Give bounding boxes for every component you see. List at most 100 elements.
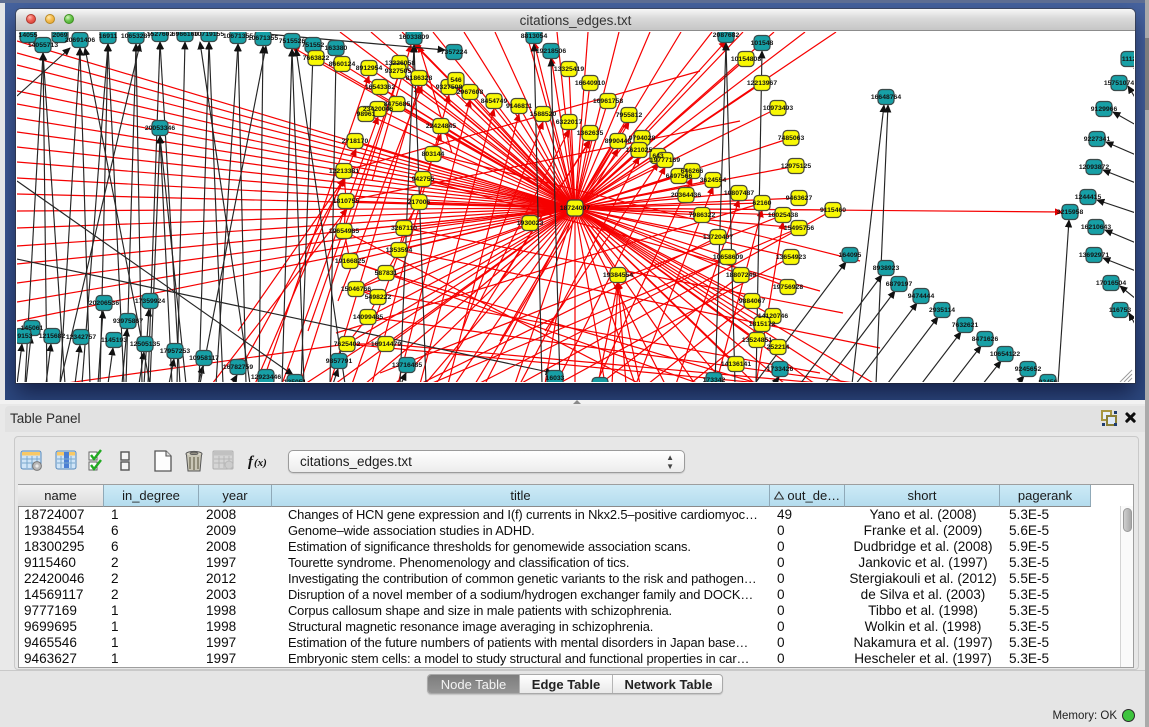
svg-text:10671355: 10671355 (248, 35, 278, 42)
svg-text:8471626: 8471626 (972, 336, 999, 343)
svg-text:101548: 101548 (751, 40, 774, 47)
svg-text:6322017: 6322017 (556, 119, 583, 126)
svg-text:8813054: 8813054 (521, 33, 548, 40)
svg-text:16033: 16033 (546, 375, 565, 382)
svg-text:15495756: 15495756 (784, 225, 814, 232)
svg-text:1145193: 1145193 (101, 337, 127, 344)
svg-text:8454749: 8454749 (481, 98, 508, 105)
svg-text:16648764: 16648764 (871, 94, 901, 101)
svg-text:16782759: 16782759 (223, 364, 253, 371)
svg-text:7632621: 7632621 (952, 322, 979, 329)
svg-text:1244415: 1244415 (1075, 194, 1102, 201)
svg-text:13716485: 13716485 (392, 362, 422, 369)
svg-text:10807487: 10807487 (724, 190, 754, 197)
svg-text:17359924: 17359924 (135, 298, 165, 305)
svg-text:587831: 587831 (375, 270, 398, 277)
svg-text:6879197: 6879197 (886, 281, 913, 288)
svg-text:19166825: 19166825 (335, 258, 365, 265)
svg-text:10025438: 10025438 (768, 212, 798, 219)
svg-text:98961: 98961 (357, 111, 376, 118)
svg-text:7625402: 7625402 (334, 341, 361, 348)
svg-text:18807249: 18807249 (726, 272, 756, 279)
svg-text:7485063: 7485063 (778, 135, 805, 142)
svg-text:9794028: 9794028 (629, 135, 656, 142)
svg-text:8938923: 8938923 (873, 265, 900, 272)
svg-text:10719155: 10719155 (194, 32, 224, 38)
svg-text:9146811: 9146811 (506, 103, 532, 110)
svg-text:92456: 92456 (1039, 379, 1058, 382)
svg-text:1362635: 1362635 (577, 130, 604, 137)
svg-text:14120746: 14120746 (758, 313, 788, 320)
svg-text:173342: 173342 (703, 377, 726, 382)
svg-text:16961758: 16961758 (593, 98, 623, 105)
svg-text:2967608: 2967608 (457, 89, 484, 96)
svg-text:19654985: 19654985 (329, 228, 359, 235)
svg-text:62160: 62160 (753, 200, 772, 207)
svg-text:16543362: 16543362 (365, 84, 395, 91)
svg-text:19756928: 19756928 (773, 284, 803, 291)
svg-text:13226058: 13226058 (385, 60, 415, 67)
svg-text:2935114: 2935114 (929, 307, 955, 314)
svg-text:3267110: 3267110 (391, 225, 417, 232)
svg-text:6497566: 6497566 (666, 173, 693, 180)
svg-text:20364436: 20364436 (671, 192, 701, 199)
svg-text:13325419: 13325419 (554, 66, 584, 73)
svg-text:9857791: 9857791 (326, 358, 353, 365)
svg-text:1930023: 1930023 (517, 220, 544, 227)
svg-text:7663822: 7663822 (303, 55, 330, 62)
svg-text:9245652: 9245652 (1015, 366, 1042, 373)
svg-text:14055713: 14055713 (28, 42, 58, 49)
svg-text:8186328: 8186328 (406, 75, 433, 82)
svg-text:15046766: 15046766 (341, 286, 371, 293)
svg-text:13654923: 13654923 (776, 254, 806, 261)
svg-text:10658609: 10658609 (713, 254, 743, 261)
svg-text:14136141: 14136141 (721, 361, 751, 368)
svg-text:751552: 751552 (302, 42, 325, 49)
svg-text:9227341: 9227341 (1084, 136, 1111, 143)
svg-text:12923446: 12923446 (251, 374, 281, 381)
svg-text:7357224: 7357224 (441, 49, 468, 56)
svg-text:10958117: 10958117 (189, 355, 219, 362)
svg-text:20053346: 20053346 (145, 125, 175, 132)
svg-text:13720407: 13720407 (703, 234, 733, 241)
svg-text:17957253: 17957253 (160, 348, 190, 355)
svg-text:(x): (x) (254, 457, 267, 469)
svg-text:3215958: 3215958 (1057, 209, 1084, 216)
svg-text:16033809: 16033809 (399, 34, 429, 41)
svg-text:14055: 14055 (19, 32, 38, 39)
svg-text:18724007: 18724007 (560, 205, 590, 212)
svg-text:1588520: 1588520 (530, 111, 557, 118)
svg-text:7955812: 7955812 (616, 112, 643, 119)
svg-text:1112: 1112 (1122, 56, 1134, 63)
svg-text:10154808: 10154808 (731, 56, 761, 63)
svg-text:12975125: 12975125 (781, 163, 811, 170)
svg-text:20206536: 20206536 (89, 300, 119, 307)
svg-text:942755: 942755 (412, 176, 435, 183)
svg-text:116753: 116753 (1109, 307, 1132, 314)
svg-text:14099485: 14099485 (353, 314, 383, 321)
svg-text:1527602: 1527602 (147, 32, 174, 38)
svg-text:145061: 145061 (21, 325, 44, 332)
svg-text:12213381: 12213381 (329, 168, 359, 175)
svg-text:12505135: 12505135 (130, 341, 160, 348)
svg-text:13692971: 13692971 (1079, 252, 1109, 259)
svg-text:16914479: 16914479 (371, 341, 401, 348)
svg-text:16210643: 16210643 (1081, 224, 1111, 231)
svg-text:12342757: 12342757 (66, 334, 96, 341)
svg-text:19218506: 19218506 (536, 48, 566, 55)
svg-text:9129966: 9129966 (1091, 106, 1118, 113)
svg-text:164095: 164095 (839, 252, 862, 259)
svg-text:2087682: 2087682 (713, 32, 740, 39)
svg-text:803144: 803144 (422, 151, 445, 158)
svg-text:22424845: 22424845 (426, 123, 456, 130)
svg-text:546: 546 (450, 77, 462, 84)
svg-text:9115460: 9115460 (820, 207, 846, 214)
svg-text:9463627: 9463627 (786, 195, 813, 202)
svg-text:20691406: 20691406 (65, 37, 95, 44)
svg-text:16640910: 16640910 (575, 80, 605, 87)
svg-text:16911: 16911 (99, 33, 118, 40)
svg-text:93975867: 93975867 (113, 318, 143, 325)
svg-text:12093872: 12093872 (1079, 164, 1109, 171)
svg-text:12213967: 12213967 (747, 80, 777, 87)
svg-text:1353594: 1353594 (386, 247, 413, 254)
